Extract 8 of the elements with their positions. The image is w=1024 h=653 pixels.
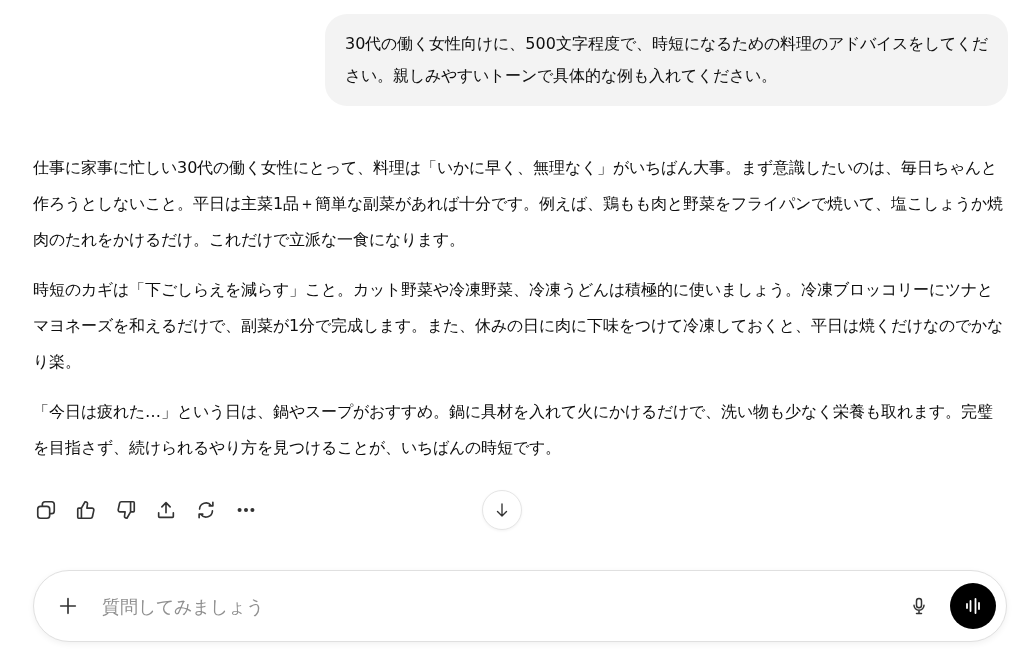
response-paragraph: 時短のカギは「下ごしらえを減らす」こと。カット野菜や冷凍野菜、冷凍うどんは積極的に使いましょう。冷凍ブロッコリーにツナとマヨネーズを和えるだけで、副菜が1分で完成します。また、休みの日に肉に下味をつけて冷凍しておくと、平日は焼くだけなのでかなり楽。 [33, 279, 1004, 373]
response-paragraph: 「今日は疲れた…」という日は、鍋やスープがおすすめ。鍋に具材を入れて火にかけるだけで、洗い物も少なく栄養も取れます。完璧を目指さず、続けられるやり方を見つけることが、いちばんの時短です。 [33, 401, 994, 459]
user-message: 30代の働く女性向けに、500文字程度で、時短になるための料理のアドバイスをしてください。親しみやすいトーンで具体的な例も入れてください。 [325, 14, 1008, 106]
response-paragraph: 仕事に家事に忙しい30代の働く女性にとって、料理は「いかに早く、無理なく」がいちばん大事。まず意識したいのは、毎日ちゃんと作ろうとしないこと。平日は主菜1品＋簡単な副菜があれば十分です。例えば、鶏もも肉と野菜をフライパンで焼いて、塩こしょうか焼肉のたれをかけるだけ。これだけで立派な一食になります。 [33, 157, 1004, 251]
voice-mode-button[interactable] [950, 583, 996, 629]
scroll-down-button[interactable] [482, 490, 522, 530]
message-field[interactable]: 質問してみましょう [100, 594, 902, 618]
message-input[interactable]: 質問してみましょう [33, 570, 1007, 642]
